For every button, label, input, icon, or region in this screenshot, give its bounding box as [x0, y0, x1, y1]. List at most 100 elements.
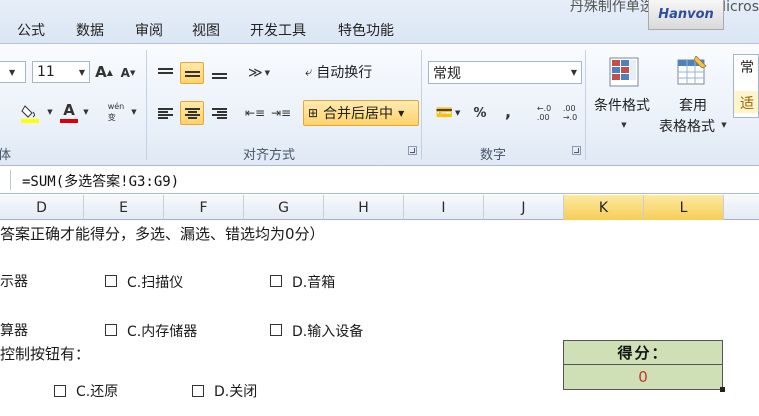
conditional-format-button[interactable]: 条件格式 — [594, 95, 650, 115]
font-color-button[interactable]: A — [58, 102, 80, 124]
tab-special-features[interactable]: 特色功能 — [338, 20, 394, 40]
column-header-i[interactable]: I — [404, 195, 484, 220]
align-top-icon — [157, 67, 173, 79]
font-size-value: 11 — [37, 64, 55, 80]
menu-bar: 丹殊制作单选题.xlsx - Micros Hanvon 公式 数据 审阅 视图… — [0, 0, 759, 44]
align-bottom-button[interactable] — [208, 62, 230, 84]
alignment-dialog-launcher[interactable] — [408, 146, 417, 155]
table-format-dropdown[interactable]: ▼ — [720, 120, 728, 130]
score-box[interactable]: 得分： 0 — [563, 340, 723, 390]
percent-style-button[interactable]: % — [470, 102, 490, 124]
column-header-d[interactable]: D — [0, 195, 84, 220]
column-header-l[interactable]: L — [644, 195, 724, 220]
shrink-font-button[interactable]: A ▼ — [120, 64, 136, 82]
column-header-k[interactable]: K — [564, 195, 644, 220]
align-center-button[interactable] — [180, 101, 204, 125]
table-format-label-line1[interactable]: 套用 — [679, 95, 707, 115]
checkbox-c-restore[interactable] — [54, 385, 66, 397]
score-value: 0 — [564, 365, 722, 389]
grow-font-button[interactable]: A ▲ — [95, 62, 113, 82]
question1-option-partial: 示器 — [0, 274, 28, 290]
align-top-button[interactable] — [154, 62, 176, 84]
checkbox-d-close[interactable] — [192, 385, 204, 397]
number-format-value: 常规 — [433, 65, 461, 82]
table-format-button[interactable]: 表格格式 — [659, 116, 715, 136]
phonetic-guide-button[interactable]: wén 变 — [104, 100, 128, 124]
decrease-decimal-button[interactable]: .00 →.0 — [560, 102, 580, 124]
phonetic-icon: wén 变 — [107, 102, 125, 122]
comma-style-button[interactable]: , — [498, 100, 518, 122]
conditional-format-icon — [608, 56, 640, 88]
ribbon: ▼ 11 ▼ A ▲ A ▼ ▼ A ▼ wén 变 ▼ 体 ≫ ▼ ⇤≡ ⇥≡… — [0, 44, 759, 166]
tab-developer[interactable]: 开发工具 — [250, 20, 306, 40]
font-size-combo[interactable]: 11 ▼ — [32, 61, 90, 83]
column-header-h[interactable]: H — [324, 195, 404, 220]
question2-option-partial: 算器 — [0, 323, 28, 339]
wrap-text-button[interactable]: ⤶ 自动换行 — [305, 62, 372, 82]
decrease-indent-icon: ⇤≡ — [244, 106, 266, 120]
accounting-format-button[interactable]: 💳 ▼ — [431, 102, 465, 124]
increase-indent-button[interactable]: ⇥≡ — [270, 102, 292, 124]
font-color-icon: A — [63, 101, 75, 119]
align-left-button[interactable] — [154, 102, 176, 124]
wrap-text-icon: ⤶ — [305, 64, 313, 80]
fill-bucket-icon — [21, 105, 39, 123]
merge-center-button[interactable]: ⊞ 合并后居中 ▼ — [303, 100, 419, 126]
checkbox-d-speaker[interactable] — [270, 275, 282, 287]
column-header-f[interactable]: F — [164, 195, 244, 220]
merge-cells-icon: ⊞ — [308, 106, 319, 120]
option-d-close: D.关闭 — [214, 384, 258, 400]
instruction-text: 答案正确才能得分，多选、漏选、错选均为0分） — [0, 225, 325, 243]
checkbox-d-input-device[interactable] — [270, 324, 282, 336]
conditional-format-dropdown[interactable]: ▼ — [620, 120, 628, 130]
column-header-g[interactable]: G — [244, 195, 324, 220]
align-center-icon — [184, 107, 200, 119]
align-right-button[interactable] — [208, 102, 230, 124]
chevron-down-icon: ▼ — [570, 68, 577, 77]
tab-data[interactable]: 数据 — [76, 20, 104, 40]
chevron-down-icon: ▼ — [398, 108, 405, 118]
decrease-indent-button[interactable]: ⇤≡ — [244, 102, 266, 124]
increase-decimal-button[interactable]: ←.0.00 — [534, 102, 554, 124]
column-header-j[interactable]: J — [484, 195, 564, 220]
tab-view[interactable]: 视图 — [192, 20, 220, 40]
phonetic-dropdown[interactable]: ▼ — [130, 106, 138, 118]
chevron-down-icon: ▼ — [264, 69, 271, 77]
gallery-style-neutral[interactable]: 适 — [734, 91, 758, 113]
option-c-scanner: C.扫描仪 — [127, 275, 184, 291]
align-left-icon — [157, 107, 173, 119]
score-label: 得分： — [564, 341, 722, 365]
selection-resize-handle[interactable] — [720, 387, 725, 392]
fill-color-dropdown[interactable]: ▼ — [46, 106, 54, 118]
hanvon-logo: Hanvon — [658, 7, 714, 22]
tab-formulas[interactable]: 公式 — [17, 20, 45, 40]
table-format-icon — [676, 55, 708, 88]
increase-decimal-icon: ←.0.00 — [536, 104, 552, 122]
fill-color-button[interactable] — [18, 102, 44, 124]
font-group-label: 体 — [0, 148, 12, 163]
align-bottom-icon — [211, 68, 227, 79]
column-header-e[interactable]: E — [84, 195, 164, 220]
align-right-icon — [211, 107, 227, 119]
worksheet-grid[interactable]: 答案正确才能得分，多选、漏选、错选均为0分） 示器 C.扫描仪 D.音箱 算器 … — [0, 221, 759, 416]
align-middle-button[interactable] — [180, 62, 204, 84]
increase-indent-icon: ⇥≡ — [270, 106, 292, 120]
font-color-dropdown[interactable]: ▼ — [82, 106, 90, 118]
chevron-down-icon: ▼ — [9, 67, 16, 77]
checkbox-c-scanner[interactable] — [105, 275, 117, 287]
align-middle-icon — [184, 68, 200, 79]
cell-styles-gallery[interactable]: 常 适 — [733, 54, 759, 118]
number-group-label: 数字 — [480, 148, 507, 163]
hanvon-addon-button[interactable]: Hanvon — [648, 0, 724, 30]
option-c-internal-memory: C.内存储器 — [127, 324, 198, 340]
formula-input[interactable]: =SUM(多选答案!G3:G9) — [22, 171, 179, 191]
number-format-combo[interactable]: 常规 ▼ — [428, 61, 582, 84]
tab-review[interactable]: 审阅 — [135, 20, 163, 40]
orientation-button[interactable]: ≫ ▼ — [244, 62, 274, 84]
option-d-speaker: D.音箱 — [292, 275, 336, 291]
checkbox-c-internal-memory[interactable] — [105, 324, 117, 336]
number-dialog-launcher[interactable] — [572, 146, 581, 155]
gallery-style-normal[interactable]: 常 — [734, 55, 758, 77]
font-name-combo[interactable]: ▼ — [0, 61, 26, 83]
text-orientation-icon: ≫ — [247, 65, 263, 81]
